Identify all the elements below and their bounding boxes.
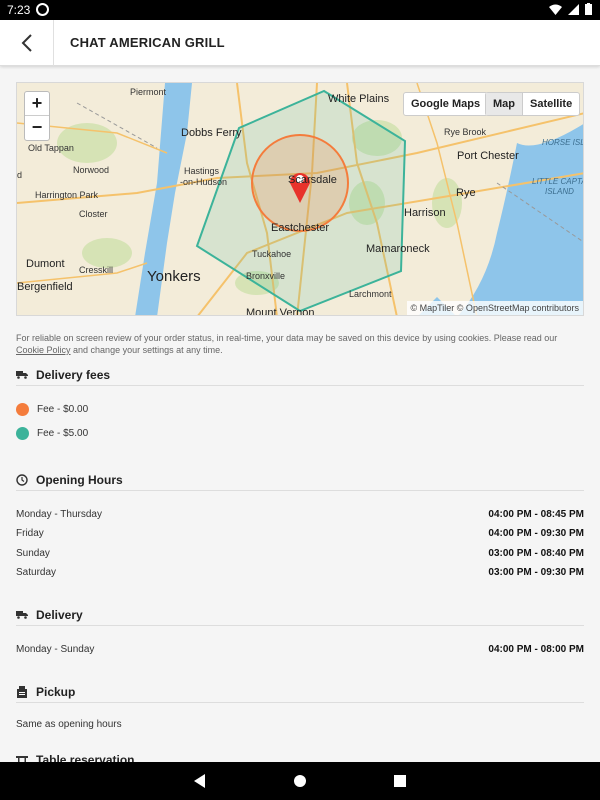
zone-color-dot xyxy=(16,427,29,440)
map-label: d xyxy=(17,170,23,180)
app-bar: CHAT AMERICAN GRILL xyxy=(0,20,600,66)
nav-back-icon xyxy=(194,774,205,788)
hours-day: Saturday xyxy=(16,567,57,578)
signal-icon xyxy=(568,3,579,15)
nav-recents-button[interactable] xyxy=(380,762,420,800)
clock-icon xyxy=(16,473,28,486)
map-label: Dobbs Ferry xyxy=(181,127,242,139)
fee-label: Fee - $0.00 xyxy=(37,404,89,415)
map-label: Mamaroneck xyxy=(366,243,430,255)
wifi-icon xyxy=(549,4,562,15)
map-label: HORSE ISLAND xyxy=(542,138,584,147)
delivery-map[interactable]: Piermont White Plains Dobbs Ferry Rye Br… xyxy=(16,82,584,316)
delivery-header: Delivery xyxy=(16,604,584,626)
battery-icon xyxy=(585,3,592,15)
map-label: Tuckahoe xyxy=(252,249,292,259)
section-title: Opening Hours xyxy=(36,472,123,487)
section-title: Pickup xyxy=(36,684,76,699)
back-button[interactable] xyxy=(0,20,54,66)
map-label: Yonkers xyxy=(147,268,201,285)
cookie-policy-link[interactable]: Cookie Policy xyxy=(16,345,71,355)
status-time: 7:23 xyxy=(7,3,31,17)
delivery-fees-header: Delivery fees xyxy=(16,364,584,386)
pickup-row: Same as opening hours xyxy=(16,719,584,730)
hours-day: Friday xyxy=(16,528,44,539)
section-title: Delivery fees xyxy=(36,367,111,382)
map-label: Cresskill xyxy=(79,265,114,275)
map-label: Rye xyxy=(456,187,476,199)
cookie-notice: For reliable on screen review of your or… xyxy=(16,332,584,356)
map-label: Rye Brook xyxy=(444,127,487,137)
map-label: Larchmont xyxy=(349,289,392,299)
map-label: Mount Vernon xyxy=(246,307,315,316)
map-canvas xyxy=(17,83,583,315)
zone-color-dot xyxy=(16,403,29,416)
page-title: CHAT AMERICAN GRILL xyxy=(70,35,225,50)
map-label: Eastchester xyxy=(271,222,330,234)
section-title: Delivery xyxy=(36,607,83,622)
hours-day: Monday - Sunday xyxy=(16,644,95,655)
google-maps-button[interactable]: Google Maps xyxy=(403,92,489,116)
map-label: Dumont xyxy=(26,258,65,270)
map-label: -on-Hudson xyxy=(180,177,228,187)
hours-time: 03:00 PM - 09:30 PM xyxy=(488,567,584,578)
map-label: Bronxville xyxy=(246,271,286,281)
opening-hours-header: Opening Hours xyxy=(16,469,584,491)
hours-row: Saturday 03:00 PM - 09:30 PM xyxy=(16,567,584,578)
zoom-in-button[interactable]: + xyxy=(25,92,49,116)
map-label: Old Tappan xyxy=(28,143,74,153)
cookie-notice-text: For reliable on screen review of your or… xyxy=(16,333,558,343)
pickup-header: Pickup xyxy=(16,681,584,703)
map-label: Closter xyxy=(79,209,108,219)
map-label: Port Chester xyxy=(457,150,519,162)
map-label: LITTLE CAPTAIN xyxy=(532,177,583,186)
map-attribution: © MapTiler © OpenStreetMap contributors xyxy=(406,301,583,315)
map-type-satellite-button[interactable]: Satellite xyxy=(522,93,579,115)
map-type-toggle: Map Satellite xyxy=(485,92,581,116)
hours-row: Sunday 03:00 PM - 08:40 PM xyxy=(16,548,584,559)
hours-row: Friday 04:00 PM - 09:30 PM xyxy=(16,528,584,539)
truck-icon xyxy=(16,609,28,621)
map-label: White Plains xyxy=(328,93,390,105)
map-type-map-button[interactable]: Map xyxy=(486,93,522,115)
nav-back-button[interactable] xyxy=(180,762,220,800)
map-label: Scarsdale xyxy=(288,174,337,186)
hours-day: Sunday xyxy=(16,548,50,559)
truck-icon xyxy=(16,369,28,381)
zoom-out-button[interactable]: − xyxy=(25,116,49,140)
nav-home-icon xyxy=(294,775,306,787)
pickup-text: Same as opening hours xyxy=(16,719,122,730)
back-arrow-icon xyxy=(21,34,32,52)
hours-day: Monday - Thursday xyxy=(16,509,102,520)
hours-time: 03:00 PM - 08:40 PM xyxy=(488,548,584,559)
map-label: Hastings xyxy=(184,166,220,176)
sync-icon xyxy=(36,3,49,16)
hours-row: Monday - Thursday 04:00 PM - 08:45 PM xyxy=(16,509,584,520)
store-icon xyxy=(16,685,28,698)
hours-time: 04:00 PM - 08:45 PM xyxy=(488,509,584,520)
system-nav-bar xyxy=(0,762,600,800)
map-label: Piermont xyxy=(130,87,167,97)
hours-time: 04:00 PM - 09:30 PM xyxy=(488,528,584,539)
hours-time: 04:00 PM - 08:00 PM xyxy=(488,644,584,655)
fee-item: Fee - $5.00 xyxy=(16,427,88,440)
hours-row: Monday - Sunday 04:00 PM - 08:00 PM xyxy=(16,644,584,655)
map-label: ISLAND xyxy=(545,187,574,196)
map-label: Norwood xyxy=(73,165,110,175)
nav-home-button[interactable] xyxy=(280,762,320,800)
nav-recents-icon xyxy=(394,775,406,787)
map-label: Bergenfield xyxy=(17,281,73,293)
fee-item: Fee - $0.00 xyxy=(16,403,88,416)
fee-label: Fee - $5.00 xyxy=(37,428,89,439)
zoom-controls: + − xyxy=(24,91,50,141)
status-icons xyxy=(549,3,592,15)
cookie-notice-text-end: and change your settings at any time. xyxy=(70,345,223,355)
map-label: Harrison xyxy=(404,207,446,219)
status-bar: 7:23 xyxy=(0,0,600,20)
map-label: Harrington Park xyxy=(35,190,99,200)
